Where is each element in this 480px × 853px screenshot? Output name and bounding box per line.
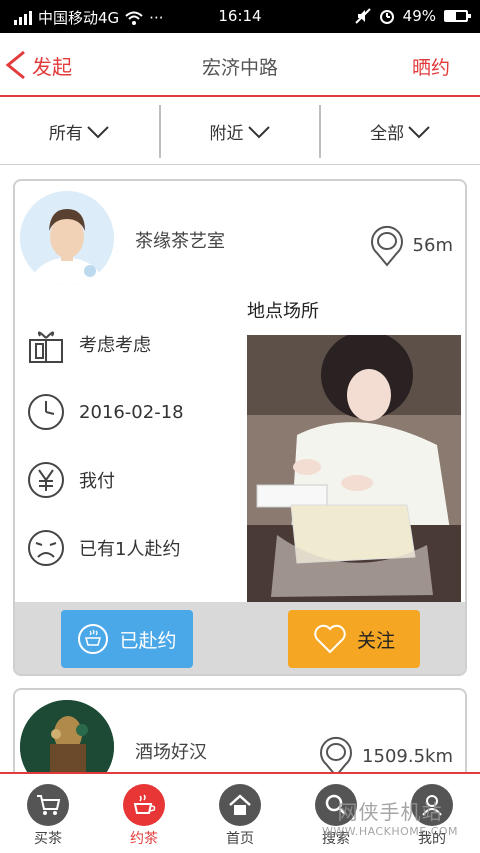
teacup-icon [123, 784, 165, 826]
tab-buy-tea[interactable]: 买茶 [0, 774, 96, 853]
watermark-url: WWW.HACKHOME.COM [321, 825, 459, 838]
card-action-bar: 已赴约 关注 [15, 602, 465, 674]
invitation-list[interactable]: 茶缘茶艺室 56m 地点场所 考虑考虑 2016-02-18 我付 已有1人赴约… [0, 166, 480, 772]
info-text: 已有1人赴约 [79, 539, 181, 560]
joined-label: 已赴约 [119, 629, 177, 652]
shop-name: 酒场好汉 [135, 742, 207, 763]
location-pin-icon [320, 736, 353, 772]
chevron-down-icon [247, 125, 270, 138]
info-row-attendees: 已有1人赴约 [25, 527, 180, 569]
clock-icon [25, 391, 67, 433]
gift-icon [25, 323, 67, 365]
avatar[interactable] [20, 700, 114, 772]
info-text: 2016-02-18 [79, 401, 184, 423]
follow-button[interactable]: 关注 [288, 610, 420, 668]
tab-label: 约茶 [130, 831, 158, 847]
battery-percent: 49% [402, 7, 436, 25]
status-bar: 中国移动4G ··· 16:14 49% [0, 0, 480, 33]
watermark-text: 网侠手机站 [337, 800, 443, 824]
info-text: 我付 [79, 471, 115, 492]
face-icon [25, 527, 67, 569]
cart-icon [27, 784, 69, 826]
chevron-down-icon [87, 125, 109, 138]
info-row-gift: 考虑考虑 [25, 323, 151, 365]
filter-bar: 所有 附近 全部 [0, 99, 480, 165]
joined-button[interactable]: 已赴约 [61, 610, 193, 668]
home-icon [219, 784, 261, 826]
distance-indicator: 56m [367, 223, 453, 267]
header-bar: 发起 宏济中路 晒约 [0, 33, 480, 97]
invitation-card[interactable]: 茶缘茶艺室 56m 地点场所 考虑考虑 2016-02-18 我付 已有1人赴约… [13, 179, 467, 676]
tab-home[interactable]: 首页 [192, 774, 288, 853]
venue-photo[interactable] [247, 335, 461, 602]
distance-value: 56m [412, 234, 453, 256]
site-watermark: 网侠手机站 WWW.HACKHOME.COM [306, 796, 474, 844]
info-row-date: 2016-02-18 [25, 391, 184, 433]
status-right: 49% [354, 7, 471, 25]
battery-icon [444, 10, 471, 22]
shop-name: 茶缘茶艺室 [135, 231, 225, 252]
tab-invite-tea[interactable]: 约茶 [96, 774, 192, 853]
filter-all-dropdown[interactable]: 所有 [0, 99, 159, 164]
info-text: 考虑考虑 [79, 335, 151, 356]
mute-icon [354, 8, 371, 24]
teacup-icon [78, 624, 109, 654]
invitation-card[interactable]: 酒场好汉 1509.5km [13, 688, 467, 772]
filter-category-dropdown[interactable]: 全部 [321, 99, 480, 164]
venue-subtitle: 地点场所 [247, 301, 319, 322]
filter-label: 所有 [48, 124, 83, 144]
yen-icon [25, 459, 67, 501]
alarm-icon [379, 10, 394, 24]
info-row-payment: 我付 [25, 459, 115, 501]
tab-label: 买茶 [34, 831, 62, 847]
follow-label: 关注 [356, 629, 395, 652]
chevron-down-icon [408, 125, 430, 138]
filter-label: 附近 [209, 124, 244, 144]
filter-label: 全部 [370, 124, 405, 144]
location-pin-icon [370, 225, 403, 267]
share-button[interactable]: 晒约 [412, 53, 450, 80]
distance-indicator: 1509.5km [316, 734, 453, 772]
avatar[interactable] [20, 191, 114, 285]
heart-icon [314, 624, 346, 654]
tab-label: 首页 [226, 831, 254, 847]
page-title: 宏济中路 [201, 57, 278, 79]
distance-value: 1509.5km [362, 745, 453, 767]
filter-nearby-dropdown[interactable]: 附近 [161, 99, 320, 164]
